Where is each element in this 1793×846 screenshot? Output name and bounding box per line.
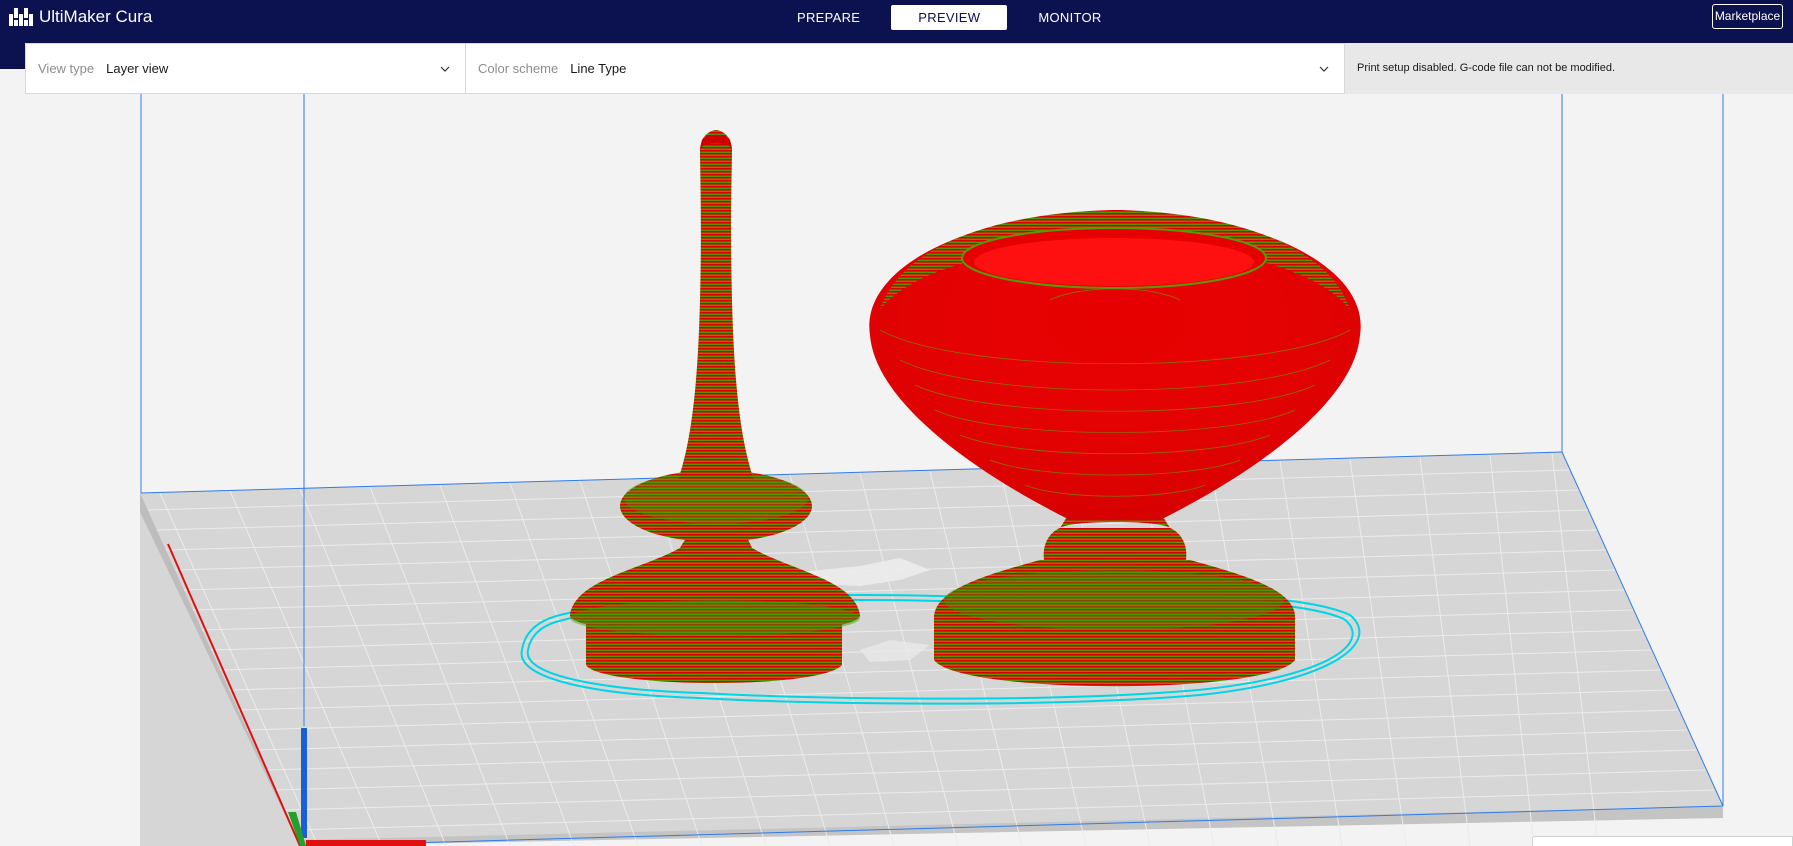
- view-type-value: Layer view: [106, 61, 169, 76]
- color-scheme-dropdown[interactable]: Color scheme Line Type: [466, 44, 1344, 93]
- stage-tabs: PREPARE PREVIEW MONITOR: [770, 5, 1133, 30]
- color-scheme-value: Line Type: [570, 61, 627, 76]
- chevron-down-icon: [1319, 66, 1329, 72]
- tab-preview[interactable]: PREVIEW: [891, 5, 1008, 30]
- 3d-viewport[interactable]: [0, 0, 1793, 846]
- bottom-right-panel[interactable]: [1532, 836, 1793, 846]
- ultimaker-logo-icon: [9, 8, 33, 26]
- tab-monitor[interactable]: MONITOR: [1011, 5, 1128, 30]
- view-type-dropdown[interactable]: View type Layer view: [26, 44, 466, 93]
- chevron-down-icon: [440, 66, 450, 72]
- view-type-label: View type: [38, 61, 95, 76]
- print-setup-disabled-notice: Print setup disabled. G-code file can no…: [1345, 43, 1793, 94]
- tab-prepare[interactable]: PREPARE: [770, 5, 887, 30]
- build-plate: [140, 452, 1723, 846]
- view-options-bar: View type Layer view Color scheme Line T…: [25, 43, 1345, 94]
- app-name: UltiMaker Cura: [39, 7, 153, 26]
- color-scheme-label: Color scheme: [478, 61, 559, 76]
- top-header: UltiMaker Cura PREPARE PREVIEW MONITOR M…: [0, 0, 1793, 33]
- app-logo: UltiMaker Cura: [9, 6, 152, 28]
- marketplace-button[interactable]: Marketplace: [1712, 4, 1783, 29]
